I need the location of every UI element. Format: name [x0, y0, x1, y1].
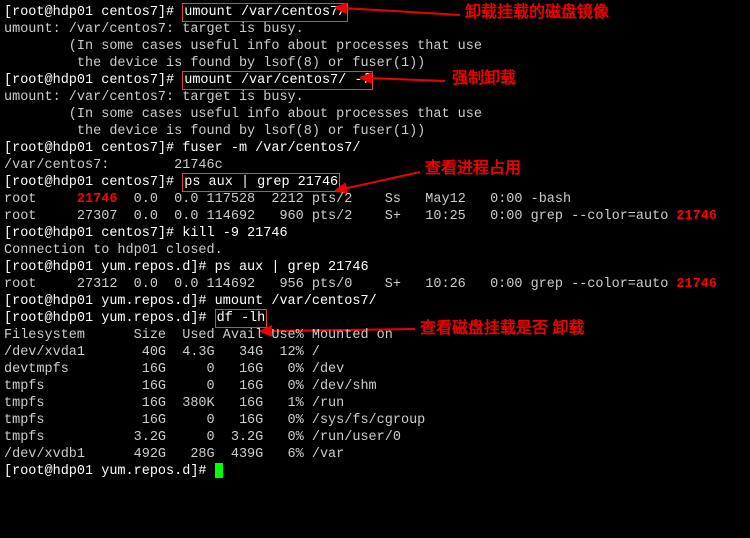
highlight-box: umount /var/centos7/	[182, 3, 348, 22]
terminal-line: tmpfs 16G 0 16G 0% /sys/fs/cgroup	[4, 412, 750, 429]
terminal-line: devtmpfs 16G 0 16G 0% /dev	[4, 361, 750, 378]
terminal-line: tmpfs 16G 380K 16G 1% /run	[4, 395, 750, 412]
terminal-line: [root@hdp01 yum.repos.d]# df -lh	[4, 310, 750, 327]
output-text: (In some cases useful info about process…	[4, 39, 482, 54]
output-text: the device is found by lsof(8) or fuser(…	[4, 124, 425, 139]
annotation-label: 卸载挂载的磁盘镜像	[465, 4, 609, 21]
shell-prompt: [root@hdp01 yum.repos.d]#	[4, 311, 215, 326]
terminal-line: tmpfs 3.2G 0 3.2G 0% /run/user/0	[4, 429, 750, 446]
terminal-line: [root@hdp01 centos7]# umount /var/centos…	[4, 72, 750, 89]
terminal-line: Connection to hdp01 closed.	[4, 242, 750, 259]
output-text: umount: /var/centos7: target is busy.	[4, 22, 304, 37]
command: ps aux | grep 21746	[184, 175, 338, 190]
output-text: the device is found by lsof(8) or fuser(…	[4, 56, 425, 71]
highlight-box: df -lh	[215, 309, 268, 328]
df-row: /dev/xvda1 40G 4.3G 34G 12% /	[4, 345, 320, 360]
df-row: tmpfs 16G 0 16G 0% /dev/shm	[4, 379, 377, 394]
command: ps aux | grep 21746	[215, 260, 369, 275]
output-text: root 27312 0.0 0.0 114692 956 pts/0 S+ 1…	[4, 277, 676, 292]
command: umount /var/centos7/	[184, 5, 346, 20]
df-row: tmpfs 3.2G 0 3.2G 0% /run/user/0	[4, 430, 401, 445]
output-text: root	[4, 192, 77, 207]
command: fuser -m /var/centos7/	[182, 141, 360, 156]
terminal-line: /dev/xvda1 40G 4.3G 34G 12% /	[4, 344, 750, 361]
highlight-box: ps aux | grep 21746	[182, 173, 340, 192]
terminal-line: the device is found by lsof(8) or fuser(…	[4, 123, 750, 140]
terminal-line: [root@hdp01 centos7]# umount /var/centos…	[4, 4, 750, 21]
terminal-line: Filesystem Size Used Avail Use% Mounted …	[4, 327, 750, 344]
terminal-line: root 27312 0.0 0.0 114692 956 pts/0 S+ 1…	[4, 276, 750, 293]
output-text: root 27307 0.0 0.0 114692 960 pts/2 S+ 1…	[4, 209, 676, 224]
terminal-line: [root@hdp01 centos7]# kill -9 21746	[4, 225, 750, 242]
df-header: Filesystem Size Used Avail Use% Mounted …	[4, 328, 393, 343]
shell-prompt: [root@hdp01 yum.repos.d]#	[4, 294, 215, 309]
df-row: /dev/xvdb1 492G 28G 439G 6% /var	[4, 447, 344, 462]
shell-prompt: [root@hdp01 centos7]#	[4, 141, 182, 156]
terminal-line: [root@hdp01 yum.repos.d]# ps aux | grep …	[4, 259, 750, 276]
shell-prompt: [root@hdp01 centos7]#	[4, 73, 182, 88]
annotation-label: 强制卸载	[452, 70, 516, 87]
terminal-line: [root@hdp01 centos7]# fuser -m /var/cent…	[4, 140, 750, 157]
command: kill -9 21746	[182, 226, 287, 241]
terminal-line: (In some cases useful info about process…	[4, 38, 750, 55]
terminal-line: /var/centos7: 21746c	[4, 157, 750, 174]
annotation-label: 查看进程占用	[425, 160, 521, 177]
terminal-line: (In some cases useful info about process…	[4, 106, 750, 123]
terminal-line: umount: /var/centos7: target is busy.	[4, 89, 750, 106]
cursor	[215, 463, 223, 478]
output-text: /var/centos7: 21746c	[4, 158, 223, 173]
terminal-line: [root@hdp01 yum.repos.d]# umount /var/ce…	[4, 293, 750, 310]
terminal-line: root 21746 0.0 0.0 117528 2212 pts/2 Ss …	[4, 191, 750, 208]
df-row: tmpfs 16G 0 16G 0% /sys/fs/cgroup	[4, 413, 425, 428]
output-text: umount: /var/centos7: target is busy.	[4, 90, 304, 105]
terminal-line: [root@hdp01 centos7]# ps aux | grep 2174…	[4, 174, 750, 191]
highlight-box: umount /var/centos7/ -f	[182, 71, 372, 90]
terminal-line: /dev/xvdb1 492G 28G 439G 6% /var	[4, 446, 750, 463]
shell-prompt: [root@hdp01 centos7]#	[4, 226, 182, 241]
terminal-line: the device is found by lsof(8) or fuser(…	[4, 55, 750, 72]
highlighted-pid: 21746	[676, 209, 717, 224]
command: df -lh	[217, 311, 266, 326]
output-text: Connection to hdp01 closed.	[4, 243, 223, 258]
shell-prompt: [root@hdp01 yum.repos.d]#	[4, 260, 215, 275]
output-text: 0.0 0.0 117528 2212 pts/2 Ss May12 0:00 …	[117, 192, 571, 207]
output-text: (In some cases useful info about process…	[4, 107, 482, 122]
highlighted-pid: 21746	[77, 192, 118, 207]
df-row: devtmpfs 16G 0 16G 0% /dev	[4, 362, 344, 377]
terminal-line: tmpfs 16G 0 16G 0% /dev/shm	[4, 378, 750, 395]
command: umount /var/centos7/	[215, 294, 377, 309]
terminal-line: root 27307 0.0 0.0 114692 960 pts/2 S+ 1…	[4, 208, 750, 225]
terminal-line: umount: /var/centos7: target is busy.	[4, 21, 750, 38]
shell-prompt: [root@hdp01 yum.repos.d]#	[4, 464, 215, 479]
shell-prompt: [root@hdp01 centos7]#	[4, 175, 182, 190]
terminal-line[interactable]: [root@hdp01 yum.repos.d]#	[4, 463, 750, 480]
highlighted-pid: 21746	[676, 277, 717, 292]
command: umount /var/centos7/ -f	[184, 73, 370, 88]
df-row: tmpfs 16G 380K 16G 1% /run	[4, 396, 344, 411]
shell-prompt: [root@hdp01 centos7]#	[4, 5, 182, 20]
